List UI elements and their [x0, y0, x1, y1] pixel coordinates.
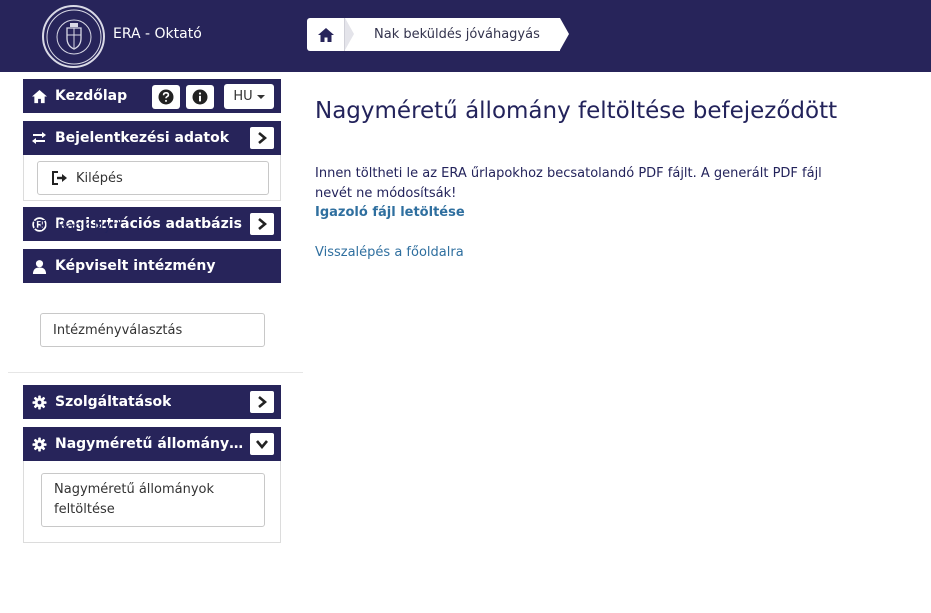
sidebar-login-data[interactable]: Bejelentkezési adatok — [23, 121, 281, 155]
sidebar-large-files-label: Nagyméretű állományok kezelése — [55, 436, 245, 452]
back-to-home-link[interactable]: Visszalépés a főoldalra — [315, 245, 464, 260]
logout-label: Kilépés — [76, 170, 123, 186]
sidebar-institution: Képviselt intézmény — [23, 249, 281, 283]
chevron-right-icon — [258, 396, 267, 408]
info-icon — [192, 89, 208, 105]
sidebar-services-label: Szolgáltatások — [55, 394, 172, 410]
chevron-down-icon — [256, 440, 268, 449]
home-icon — [317, 27, 334, 42]
expand-button[interactable] — [250, 127, 274, 149]
expand-button[interactable] — [250, 391, 274, 413]
institution-select-button[interactable]: Intézményválasztás — [40, 313, 265, 347]
mnb-seal-icon — [46, 9, 101, 64]
gear-icon — [30, 435, 48, 453]
user-icon — [30, 257, 48, 275]
sidebar-login-label: Bejelentkezési adatok — [55, 130, 230, 146]
top-navbar: ERA - Oktató Nak beküldés jóváhagyás — [0, 0, 931, 72]
exchange-icon — [30, 129, 48, 147]
info-button[interactable] — [186, 85, 214, 109]
chevron-right-icon — [258, 218, 267, 230]
sidebar-home[interactable]: Kezdőlap HU — [23, 79, 281, 113]
home-icon — [30, 87, 48, 105]
page-title: Nagyméretű állomány feltöltése befejeződ… — [315, 98, 838, 124]
large-files-panel-body: Nagyméretű állományok feltöltése — [23, 461, 281, 543]
app-title: ERA - Oktató — [113, 26, 202, 42]
breadcrumb-home[interactable] — [307, 18, 345, 51]
question-icon — [158, 89, 174, 105]
expand-button[interactable] — [250, 213, 274, 235]
gear-icon — [30, 393, 48, 411]
sidebar-home-label: Kezdőlap — [55, 88, 128, 104]
sidebar-services[interactable]: Szolgáltatások — [23, 385, 281, 419]
sidebar-institution-label: Képviselt intézmény — [55, 258, 216, 274]
large-files-upload-button[interactable]: Nagyméretű állományok feltöltése — [41, 473, 265, 527]
login-panel-body: Kilépés — [23, 155, 281, 201]
sign-out-icon — [52, 171, 67, 185]
caret-down-icon — [256, 94, 265, 99]
language-dropdown[interactable]: HU — [224, 84, 274, 109]
description-text: Innen töltheti le az ERA űrlapokhoz becs… — [315, 166, 822, 201]
breadcrumb-current[interactable]: Nak beküldés jóváhagyás — [345, 18, 569, 51]
chevron-right-icon — [258, 132, 267, 144]
sidebar-divider — [8, 372, 303, 373]
mnb-logo[interactable] — [42, 5, 105, 68]
language-label: HU — [233, 89, 253, 104]
collapse-button[interactable] — [250, 433, 274, 455]
logout-button[interactable]: Kilépés — [37, 161, 269, 195]
help-button[interactable] — [152, 85, 180, 109]
download-certificate-link[interactable]: Igazoló fájl letöltése — [315, 205, 465, 220]
sidebar-large-files[interactable]: Nagyméretű állományok kezelése — [23, 427, 281, 461]
institution-name: OTP Bank Nyrt. — [27, 219, 126, 234]
breadcrumb: Nak beküldés jóváhagyás — [307, 18, 569, 51]
